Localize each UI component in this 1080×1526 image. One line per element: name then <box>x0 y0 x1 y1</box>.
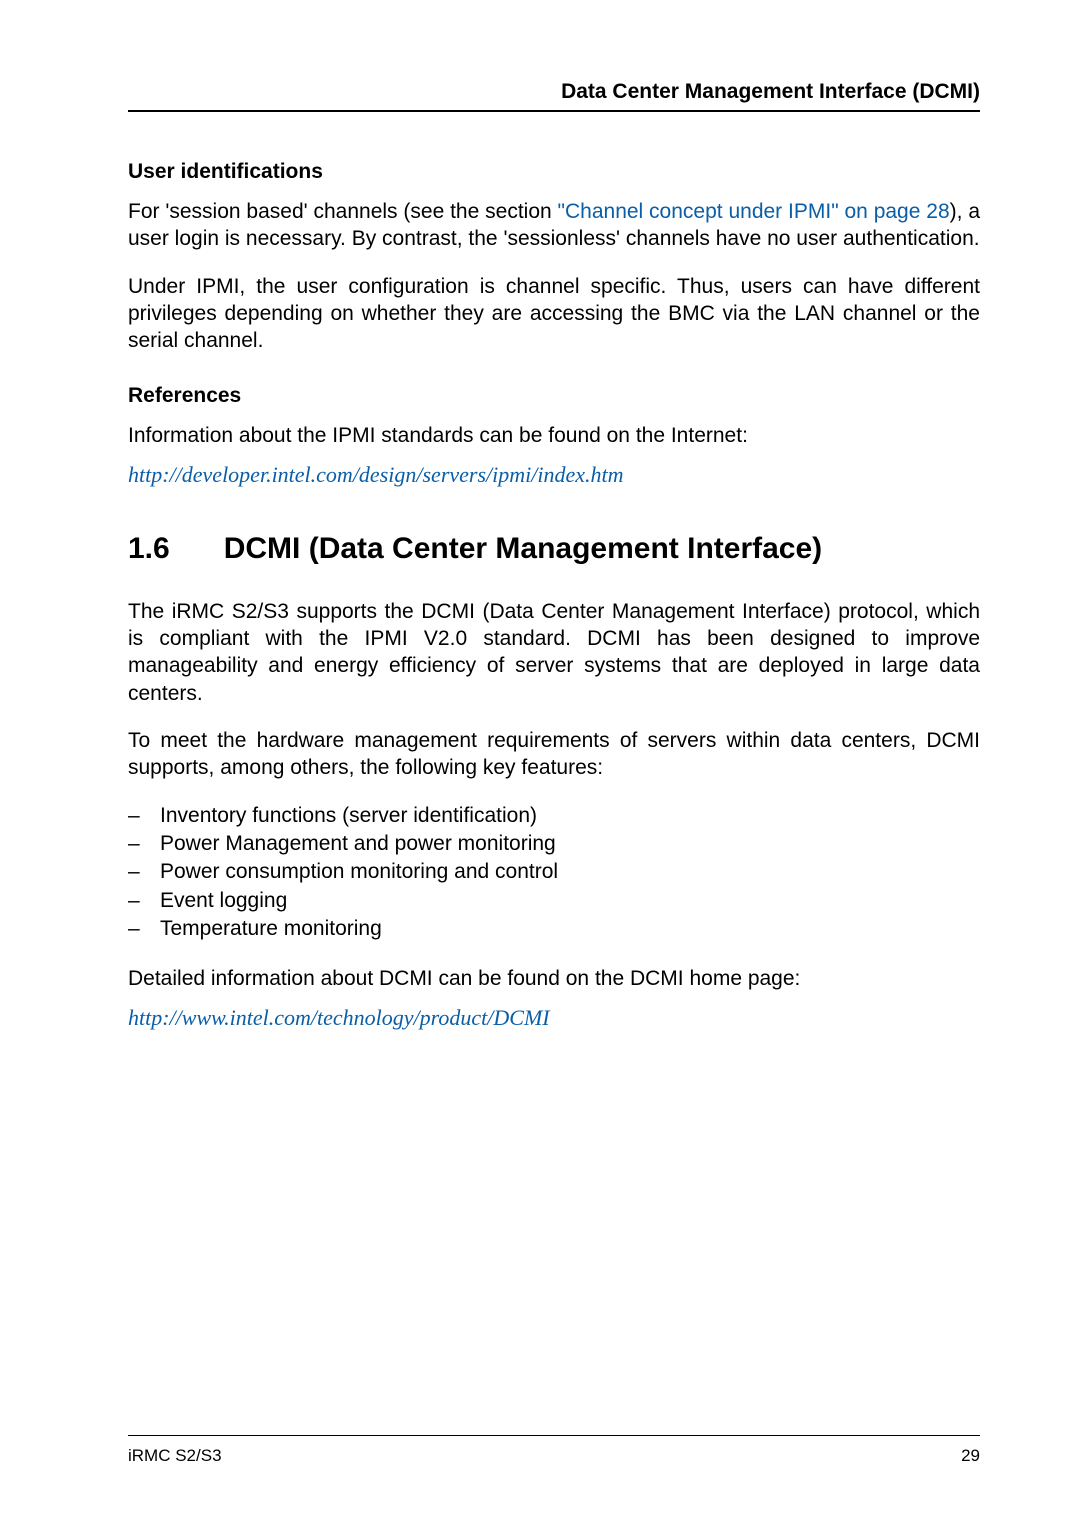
user-identifications-para2: Under IPMI, the user configuration is ch… <box>128 273 980 355</box>
dcmi-url-link[interactable]: http://www.intel.com/technology/product/… <box>128 1005 550 1030</box>
section-heading: 1.6 DCMI (Data Center Management Interfa… <box>128 532 980 566</box>
page-footer: iRMC S2/S3 29 <box>128 1435 980 1466</box>
user-identifications-para1: For 'session based' channels (see the se… <box>128 198 980 253</box>
references-intro: Information about the IPMI standards can… <box>128 422 980 449</box>
section-title: DCMI (Data Center Management Interface) <box>224 532 822 566</box>
feature-list: Inventory functions (server identificati… <box>128 802 980 944</box>
list-item-text: Inventory functions (server identificati… <box>160 802 537 830</box>
section-number: 1.6 <box>128 532 170 566</box>
list-item-text: Power Management and power monitoring <box>160 830 556 858</box>
list-item-text: Power consumption monitoring and control <box>160 858 558 886</box>
ipmi-url-link[interactable]: http://developer.intel.com/design/server… <box>128 462 624 487</box>
footer-left: iRMC S2/S3 <box>128 1446 222 1466</box>
references-url-line: http://developer.intel.com/design/server… <box>128 462 980 488</box>
list-item: Power Management and power monitoring <box>128 830 980 858</box>
references-heading: References <box>128 384 980 408</box>
references-block: References Information about the IPMI st… <box>128 384 980 487</box>
channel-concept-link[interactable]: "Channel concept under IPMI" on page 28 <box>558 200 950 223</box>
list-item: Event logging <box>128 887 980 915</box>
footer-page-number: 29 <box>961 1446 980 1466</box>
para1-pre: For 'session based' channels (see the se… <box>128 200 558 223</box>
list-item: Temperature monitoring <box>128 915 980 943</box>
section-para3: Detailed information about DCMI can be f… <box>128 965 980 992</box>
running-head: Data Center Management Interface (DCMI) <box>128 80 980 112</box>
section-para2: To meet the hardware management requirem… <box>128 727 980 782</box>
dcmi-url-line: http://www.intel.com/technology/product/… <box>128 1005 980 1031</box>
page-container: Data Center Management Interface (DCMI) … <box>0 0 1080 1526</box>
list-item-text: Temperature monitoring <box>160 915 382 943</box>
user-identifications-heading: User identifications <box>128 160 980 184</box>
user-identifications-block: User identifications For 'session based'… <box>128 160 980 354</box>
list-item-text: Event logging <box>160 887 287 915</box>
list-item: Inventory functions (server identificati… <box>128 802 980 830</box>
list-item: Power consumption monitoring and control <box>128 858 980 886</box>
section-para1: The iRMC S2/S3 supports the DCMI (Data C… <box>128 598 980 707</box>
header-region: Data Center Management Interface (DCMI) <box>128 80 980 112</box>
